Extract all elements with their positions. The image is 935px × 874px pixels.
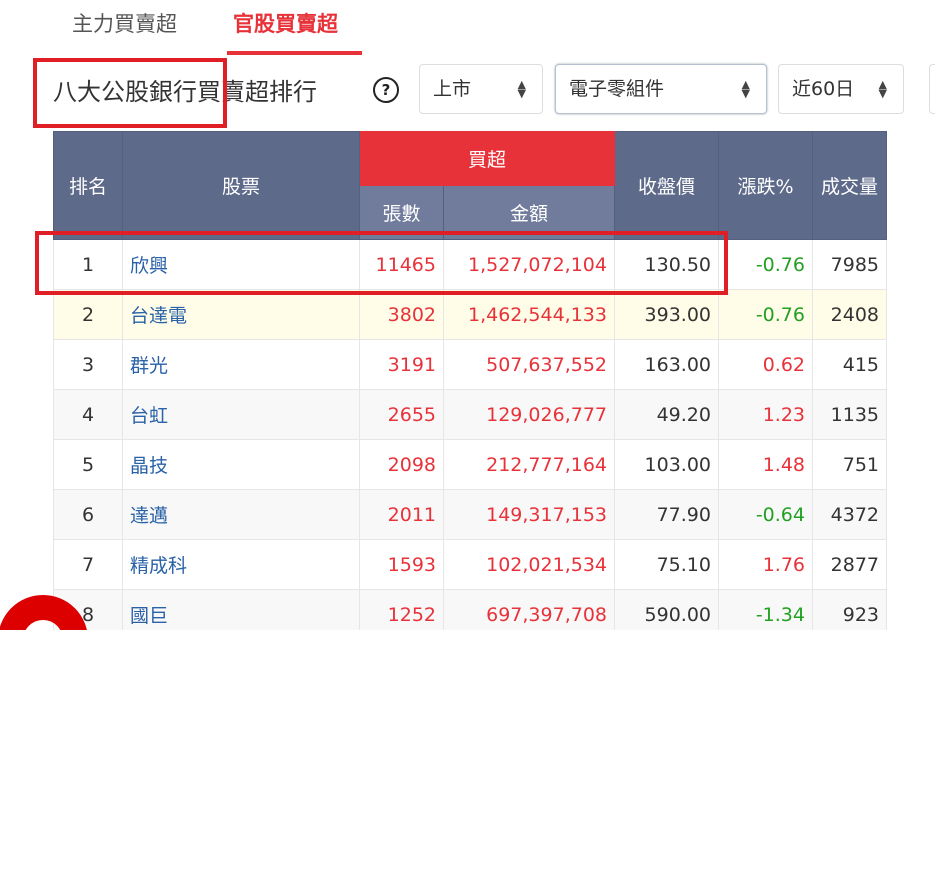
cell-change: 1.76 (718, 539, 813, 590)
extra-select[interactable] (929, 64, 935, 114)
cell-rank: 7 (53, 539, 123, 590)
cell-change: -0.76 (718, 289, 813, 340)
cell-close: 75.10 (614, 539, 719, 590)
table-row[interactable]: 6 達邁 2011 149,317,153 77.90 -0.64 4372 (53, 489, 887, 540)
highlight-box-title (33, 58, 227, 128)
cell-close: 103.00 (614, 439, 719, 490)
table-row[interactable]: 3 群光 3191 507,637,552 163.00 0.62 415 (53, 339, 887, 390)
cell-stock[interactable]: 台虹 (122, 389, 360, 440)
cell-rank: 2 (53, 289, 123, 340)
sort-arrows-icon: ▲ ▼ (517, 78, 526, 100)
cell-lots: 3802 (359, 289, 444, 340)
period-select[interactable]: 近60日 ▲ ▼ (778, 64, 904, 114)
cell-amount: 129,026,777 (443, 389, 615, 440)
cell-volume: 1135 (812, 389, 887, 440)
market-value: 上市 (433, 78, 472, 100)
cell-close: 77.90 (614, 489, 719, 540)
cell-volume: 2877 (812, 539, 887, 590)
cell-amount: 102,021,534 (443, 539, 615, 590)
table-row[interactable]: 7 精成科 1593 102,021,534 75.10 1.76 2877 (53, 539, 887, 590)
help-icon[interactable]: ? (373, 77, 399, 103)
header-buy-group: 買超 (359, 131, 615, 186)
cell-lots: 2655 (359, 389, 444, 440)
cell-amount: 212,777,164 (443, 439, 615, 490)
sort-arrows-icon: ▲ ▼ (741, 78, 750, 100)
header-volume[interactable]: 成交量 (812, 131, 887, 240)
sort-arrows-icon: ▲ ▼ (878, 78, 887, 100)
cell-amount: 1,462,544,133 (443, 289, 615, 340)
industry-select[interactable]: 電子零組件 ▲ ▼ (555, 64, 767, 114)
cell-change: -0.64 (718, 489, 813, 540)
table-row[interactable]: 2 台達電 3802 1,462,544,133 393.00 -0.76 2408 (53, 289, 887, 340)
header-change[interactable]: 漲跌% (718, 131, 813, 240)
cell-stock[interactable]: 達邁 (122, 489, 360, 540)
tab-government-banks[interactable]: 官股買賣超 (233, 8, 338, 38)
cell-lots: 3191 (359, 339, 444, 390)
header-rank[interactable]: 排名 (53, 131, 123, 240)
cell-amount: 507,637,552 (443, 339, 615, 390)
header-close[interactable]: 收盤價 (614, 131, 719, 240)
cell-change: -0.76 (718, 239, 813, 290)
cell-change: 0.62 (718, 339, 813, 390)
cell-volume: 415 (812, 339, 887, 390)
tab-main-force[interactable]: 主力買賣超 (72, 8, 177, 38)
cell-change: 1.23 (718, 389, 813, 440)
active-tab-underline (227, 51, 362, 55)
cell-rank: 4 (53, 389, 123, 440)
cell-rank: 5 (53, 439, 123, 490)
table-row[interactable]: 4 台虹 2655 129,026,777 49.20 1.23 1135 (53, 389, 887, 440)
period-value: 近60日 (792, 78, 855, 100)
cell-volume: 2408 (812, 289, 887, 340)
highlight-box-row (35, 231, 728, 295)
cell-stock[interactable]: 精成科 (122, 539, 360, 590)
market-select[interactable]: 上市 ▲ ▼ (419, 64, 543, 114)
cell-close: 163.00 (614, 339, 719, 390)
cell-stock[interactable]: 台達電 (122, 289, 360, 340)
cell-volume: 7985 (812, 239, 887, 290)
cell-lots: 1593 (359, 539, 444, 590)
ranking-table: 排名 股票 買超 收盤價 漲跌% 成交量 張數 金額 1 欣興 11465 1,527… (53, 131, 887, 640)
cell-lots: 2098 (359, 439, 444, 490)
cell-lots: 2011 (359, 489, 444, 540)
cell-stock[interactable]: 群光 (122, 339, 360, 390)
blank-area (0, 630, 935, 874)
table-row[interactable]: 5 晶技 2098 212,777,164 103.00 1.48 751 (53, 439, 887, 490)
cell-close: 393.00 (614, 289, 719, 340)
cell-rank: 3 (53, 339, 123, 390)
cell-stock[interactable]: 晶技 (122, 439, 360, 490)
cell-close: 49.20 (614, 389, 719, 440)
header-stock[interactable]: 股票 (122, 131, 360, 240)
industry-value: 電子零組件 (569, 78, 665, 100)
cell-volume: 4372 (812, 489, 887, 540)
cell-volume: 751 (812, 439, 887, 490)
cell-change: 1.48 (718, 439, 813, 490)
cell-amount: 149,317,153 (443, 489, 615, 540)
cell-rank: 6 (53, 489, 123, 540)
